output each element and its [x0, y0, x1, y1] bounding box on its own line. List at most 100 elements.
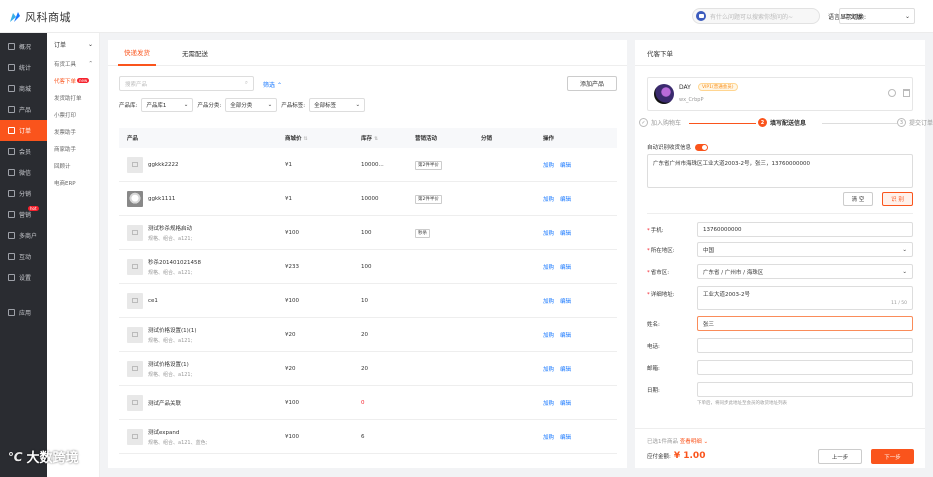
edit-link[interactable]: 编辑	[560, 161, 571, 169]
product-image	[127, 224, 143, 241]
form-row: 日期:	[647, 382, 913, 397]
filter-category-select[interactable]: 全部分类 ⌄	[225, 98, 278, 112]
form-input[interactable]	[697, 338, 913, 353]
form-input[interactable]: 张三	[697, 316, 913, 331]
product-panel: 快递发货 无需配送 搜索产品 ⌕ 筛选 ⌃ 添加产品 产品库: 产品库1 ⌄ 产品…	[108, 40, 627, 468]
add-to-cart-link[interactable]: 加购	[543, 399, 554, 407]
tab-express[interactable]: 快递发货	[118, 40, 156, 66]
clear-button[interactable]: 清 空	[843, 192, 873, 206]
selected-count-text: 已选1件商品	[647, 439, 678, 445]
col-stock[interactable]: 库存 ⇅	[361, 134, 415, 142]
sidebar-item-6[interactable]: 微信	[0, 162, 47, 183]
table-header: 产品 商城价 ⇅ 库存 ⇅ 营销活动 分销 操作	[119, 128, 617, 148]
sidebar-item-3[interactable]: 产品	[0, 99, 47, 120]
edit-link[interactable]: 编辑	[560, 399, 571, 407]
product-search-input[interactable]: 搜索产品 ⌕	[119, 76, 254, 91]
lang-select[interactable]: 中文版 ⌄	[839, 8, 915, 24]
subnav-item-4[interactable]: 商家助手	[47, 140, 99, 157]
product-stock: 100	[361, 263, 372, 270]
address-paste-textarea[interactable]: 广东省广州市海珠区工业大道2003-2号，张三，13760000000	[647, 154, 913, 188]
assistant-icon	[696, 11, 706, 21]
form-label-text: 姓名:	[647, 322, 660, 328]
product-name-block: 测试秒杀规格启动 规格、组合、a121;	[148, 224, 192, 242]
subnav-item-label: 发货助打单	[54, 95, 82, 102]
sidebar-item-12[interactable]: 应用	[0, 302, 47, 323]
search-icon[interactable]: ⌕	[245, 80, 248, 87]
help-search[interactable]: 有什么问题可以搜索你想问的~	[692, 8, 820, 24]
form-input[interactable]: 广东省 / 广州市 / 海珠区 ⌄	[697, 264, 913, 279]
sidebar-item-9[interactable]: 多商户	[0, 225, 47, 246]
new-badge: new	[77, 78, 90, 83]
char-count: 11 / 50	[891, 301, 907, 306]
recognize-button[interactable]: 识 别	[882, 192, 913, 206]
edit-link[interactable]: 编辑	[560, 331, 571, 339]
watermark: ℃ 大数跨境	[8, 447, 79, 467]
sidebar-item-7[interactable]: 分销	[0, 183, 47, 204]
hot-badge: hot	[28, 206, 39, 211]
sidebar-item-8[interactable]: 营销 hot	[0, 204, 47, 225]
subnav-item-1[interactable]: 发货助打单	[47, 89, 99, 106]
filter-library-select[interactable]: 产品库1 ⌄	[141, 98, 194, 112]
sidebar-item-10[interactable]: 互动	[0, 246, 47, 267]
filter-link[interactable]: 筛选 ⌃	[263, 80, 282, 89]
form-input[interactable]: 13760000000	[697, 222, 913, 237]
add-to-cart-link[interactable]: 加购	[543, 161, 554, 169]
logo[interactable]: 风科商城	[8, 9, 71, 25]
subnav-item-6[interactable]: 电商ERP	[47, 174, 99, 191]
add-to-cart-link[interactable]: 加购	[543, 263, 554, 271]
order-panel-title: 代客下单	[635, 40, 925, 66]
subnav-item-2[interactable]: 小票打印	[47, 106, 99, 123]
subnav-item-3[interactable]: 发票助手	[47, 123, 99, 140]
col-price[interactable]: 商城价 ⇅	[285, 134, 361, 142]
image-placeholder-icon	[132, 434, 138, 439]
edit-link[interactable]: 编辑	[560, 229, 571, 237]
add-to-cart-link[interactable]: 加购	[543, 297, 554, 305]
sidebar-item-2[interactable]: 商城	[0, 78, 47, 99]
product-name: 测试价格设置(1)(1)	[148, 327, 197, 334]
sidebar-item-5[interactable]: 会员	[0, 141, 47, 162]
edit-link[interactable]: 编辑	[560, 433, 571, 441]
switch-user-icon[interactable]	[888, 89, 896, 97]
subnav-group[interactable]: 有货工具 ⌃	[47, 55, 99, 72]
auto-recognize-toggle[interactable]	[695, 143, 709, 151]
subnav-head[interactable]: 订单 ⌄	[47, 33, 99, 55]
actions-cell: 加购 编辑	[543, 229, 617, 237]
add-product-button[interactable]: 添加产品	[567, 76, 617, 91]
view-detail-link[interactable]: 查看明细 ⌄	[680, 439, 708, 445]
edit-link[interactable]: 编辑	[560, 297, 571, 305]
add-to-cart-link[interactable]: 加购	[543, 229, 554, 237]
form-input[interactable]	[697, 360, 913, 375]
filter-tag-select[interactable]: 全部标签 ⌄	[309, 98, 366, 112]
subnav-item-5[interactable]: 回顾计	[47, 157, 99, 174]
step-fill-delivery-label: 填写配送信息	[770, 120, 807, 127]
sidebar-item-label: 互动	[19, 254, 32, 261]
trash-icon[interactable]	[903, 89, 910, 97]
sidebar-item-4[interactable]: 订单	[0, 120, 47, 141]
subnav-item-0[interactable]: 代客下单 new	[47, 72, 99, 89]
next-step-button[interactable]: 下一步	[871, 449, 914, 464]
sort-icon: ⇅	[373, 136, 379, 142]
form-input[interactable]: 中国 ⌄	[697, 242, 913, 257]
edit-link[interactable]: 编辑	[560, 365, 571, 373]
form-row: *省市区: 广东省 / 广州市 / 海珠区 ⌄	[647, 264, 913, 279]
sidebar-item-11[interactable]: 设置	[0, 267, 47, 288]
sidebar-item-label: 统计	[19, 65, 32, 72]
sidebar-item-1[interactable]: 统计	[0, 57, 47, 78]
edit-link[interactable]: 编辑	[560, 195, 571, 203]
user-icon	[8, 148, 15, 155]
app-name: 风科商城	[25, 11, 71, 24]
prev-step-button[interactable]: 上一步	[818, 449, 862, 464]
form-input[interactable]: 工业大道2003-2号 11 / 50	[697, 286, 913, 310]
watermark-text: 大数跨境	[26, 451, 79, 466]
filter-library-value: 产品库1	[146, 103, 167, 109]
tab-no-delivery[interactable]: 无需配送	[176, 40, 214, 66]
add-to-cart-link[interactable]: 加购	[543, 331, 554, 339]
edit-link[interactable]: 编辑	[560, 263, 571, 271]
add-to-cart-link[interactable]: 加购	[543, 195, 554, 203]
add-to-cart-link[interactable]: 加购	[543, 433, 554, 441]
add-to-cart-link[interactable]: 加购	[543, 365, 554, 373]
sidebar-item-0[interactable]: 概况	[0, 36, 47, 57]
form-input[interactable]	[697, 382, 913, 397]
total-label: 应付金额:	[647, 454, 671, 460]
actions-cell: 加购 编辑	[543, 161, 617, 169]
